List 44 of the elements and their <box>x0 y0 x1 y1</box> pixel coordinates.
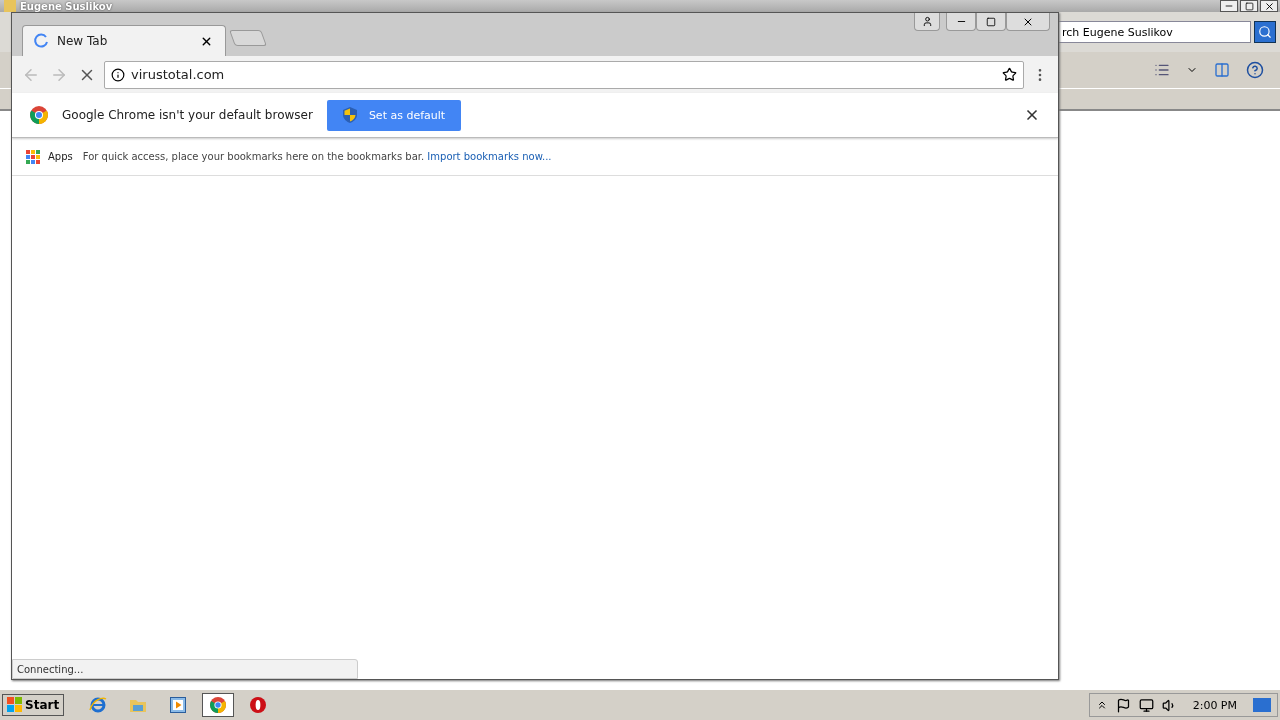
taskbar-app-button[interactable] <box>202 693 235 717</box>
folder-icon <box>129 697 148 713</box>
opera-icon <box>250 697 267 713</box>
shield-icon <box>342 107 357 123</box>
maximize-button[interactable] <box>976 13 1006 31</box>
flag-icon[interactable] <box>1115 697 1131 713</box>
close-infobar-button[interactable] <box>1024 107 1040 123</box>
close-button[interactable] <box>1260 0 1278 12</box>
chrome-icon <box>210 697 227 713</box>
chrome-logo-icon <box>30 106 48 124</box>
profile-button[interactable] <box>914 13 940 31</box>
view-list-icon[interactable] <box>1154 62 1170 78</box>
restore-button[interactable] <box>1240 0 1258 12</box>
start-button[interactable]: Start <box>2 694 65 716</box>
bookmarks-hint: For quick access, place your bookmarks here on the bookmarks bar. Import bookmarks now... <box>82 151 552 162</box>
restore-icon <box>1244 1 1254 11</box>
help-icon[interactable] <box>1246 61 1264 79</box>
windows-logo-icon <box>7 697 23 713</box>
window-title: Eugene Suslikov <box>20 0 113 12</box>
profile-icon <box>921 16 933 27</box>
clock[interactable]: 2:00 PM <box>1192 698 1237 712</box>
maximize-icon <box>986 16 996 27</box>
infobar-message: Google Chrome isn't your default browser <box>62 108 313 122</box>
apps-button[interactable]: Apps <box>26 149 73 164</box>
close-icon <box>1024 107 1040 123</box>
browser-tab[interactable]: New Tab <box>22 25 226 56</box>
ie-icon <box>89 696 108 714</box>
minimize-button[interactable] <box>1220 0 1238 12</box>
search-icon <box>1258 25 1272 39</box>
address-bar[interactable]: virustotal.com <box>104 60 1024 89</box>
status-bubble: Connecting... <box>12 659 358 679</box>
import-bookmarks-link[interactable]: Import bookmarks now... <box>427 151 552 162</box>
info-icon[interactable] <box>111 67 125 82</box>
tab-title: New Tab <box>57 34 109 48</box>
close-icon <box>1263 0 1275 12</box>
url-text: virustotal.com <box>131 67 226 82</box>
bookmark-star-icon[interactable] <box>1002 67 1017 82</box>
network-icon[interactable] <box>1138 697 1154 713</box>
preview-pane-icon[interactable] <box>1214 62 1230 78</box>
set-default-button[interactable]: Set as default <box>326 99 462 131</box>
search-field[interactable]: rch Eugene Suslikov <box>1058 21 1251 43</box>
play-icon <box>170 697 187 713</box>
apps-grid-icon <box>26 149 40 164</box>
search-button[interactable] <box>1254 21 1276 43</box>
